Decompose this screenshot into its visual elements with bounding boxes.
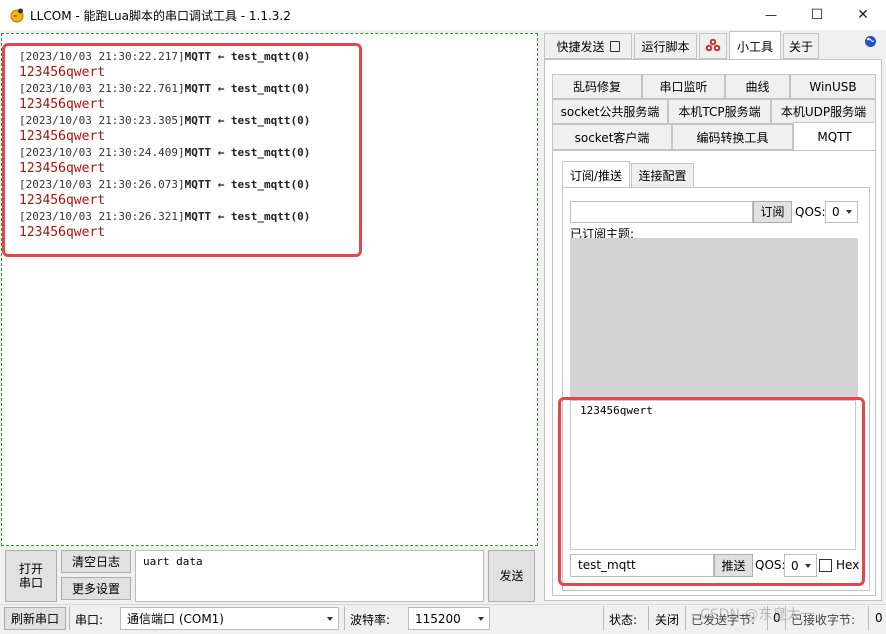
- chevron-down-icon: [478, 616, 484, 621]
- clear-log-button[interactable]: 清空日志: [61, 550, 131, 573]
- minimize-icon: —: [765, 8, 777, 22]
- qos-select[interactable]: 0: [825, 201, 858, 223]
- send-data-input[interactable]: uart data: [135, 550, 484, 602]
- tab-tools[interactable]: 小工具: [729, 31, 781, 60]
- globe-icon[interactable]: [864, 35, 877, 51]
- tab-run-script[interactable]: 运行脚本: [634, 33, 697, 59]
- status-separator: [603, 606, 604, 630]
- chevron-down-icon: [846, 210, 852, 214]
- tab-quick-send-label: 快捷发送: [556, 39, 605, 54]
- open-port-label-1: 打开: [18, 562, 43, 576]
- tab-winusb[interactable]: WinUSB: [790, 74, 876, 99]
- baud-select-value: 115200: [415, 611, 461, 626]
- port-select[interactable]: 通信端口 (COM1): [120, 607, 339, 630]
- tab-quick-send[interactable]: 快捷发送: [544, 33, 632, 59]
- recv-bytes-value: 0: [875, 611, 883, 625]
- minimize-button[interactable]: —: [748, 0, 794, 30]
- chevron-down-icon: [327, 616, 333, 621]
- close-icon: ✕: [857, 7, 869, 23]
- tab-codec-tool[interactable]: 编码转换工具: [672, 124, 793, 150]
- subscribe-button[interactable]: 订阅: [753, 201, 792, 223]
- log-highlight-box: [2, 43, 362, 257]
- status-separator: [685, 606, 686, 630]
- watermark: CSDN @东皇太一: [700, 607, 815, 623]
- tab-connection-config[interactable]: 连接配置: [631, 163, 694, 188]
- status-separator: [648, 606, 649, 630]
- port-label: 串口:: [75, 613, 104, 627]
- mqtt-highlight-box: [558, 397, 865, 586]
- app-icon: [9, 7, 25, 23]
- tab-subscribe-publish[interactable]: 订阅/推送: [562, 161, 630, 188]
- open-port-label-2: 串口: [18, 576, 43, 590]
- refresh-port-button[interactable]: 刷新串口: [4, 607, 66, 630]
- tab-mqtt[interactable]: MQTT: [793, 122, 876, 151]
- status-separator: [868, 606, 869, 630]
- tab-tcp-server[interactable]: 本机TCP服务端: [668, 99, 771, 124]
- state-value: 关闭: [655, 613, 680, 627]
- open-port-button[interactable]: 打开 串口: [5, 550, 57, 602]
- status-separator: [344, 606, 345, 630]
- subscribe-topic-input[interactable]: [570, 201, 753, 223]
- tab-port-monitor[interactable]: 串口监听: [642, 74, 725, 99]
- cluster-icon: [705, 38, 721, 55]
- tab-encoding-fix[interactable]: 乱码修复: [552, 74, 642, 99]
- status-separator: [69, 606, 70, 630]
- window-title: LLCOM - 能跑Lua脚本的串口调试工具 - 1.1.3.2: [30, 9, 291, 23]
- tab-udp-server[interactable]: 本机UDP服务端: [771, 99, 876, 124]
- baud-select[interactable]: 115200: [408, 607, 490, 630]
- tab-socket-server[interactable]: socket公共服务端: [552, 99, 668, 124]
- baud-label: 波特率:: [350, 613, 391, 627]
- title-bar: LLCOM - 能跑Lua脚本的串口调试工具 - 1.1.3.2 — ☐ ✕: [0, 0, 886, 30]
- send-button[interactable]: 发送: [488, 550, 535, 602]
- tab-plugins[interactable]: [699, 33, 727, 59]
- subscribed-topics-list[interactable]: [570, 238, 858, 398]
- maximize-icon: ☐: [810, 7, 824, 23]
- qos-select-value: 0: [832, 205, 840, 219]
- qos-label: QOS:: [795, 205, 826, 219]
- note-icon: [609, 40, 620, 52]
- tab-curve[interactable]: 曲线: [725, 74, 790, 99]
- maximize-button[interactable]: ☐: [794, 0, 840, 30]
- tab-about[interactable]: 关于: [783, 33, 819, 59]
- close-button[interactable]: ✕: [840, 0, 886, 30]
- port-select-value: 通信端口 (COM1): [127, 612, 224, 626]
- send-data-text: uart data: [143, 555, 203, 568]
- tab-socket-client[interactable]: socket客户端: [552, 124, 672, 150]
- more-settings-button[interactable]: 更多设置: [61, 577, 131, 600]
- state-label: 状态:: [609, 613, 638, 627]
